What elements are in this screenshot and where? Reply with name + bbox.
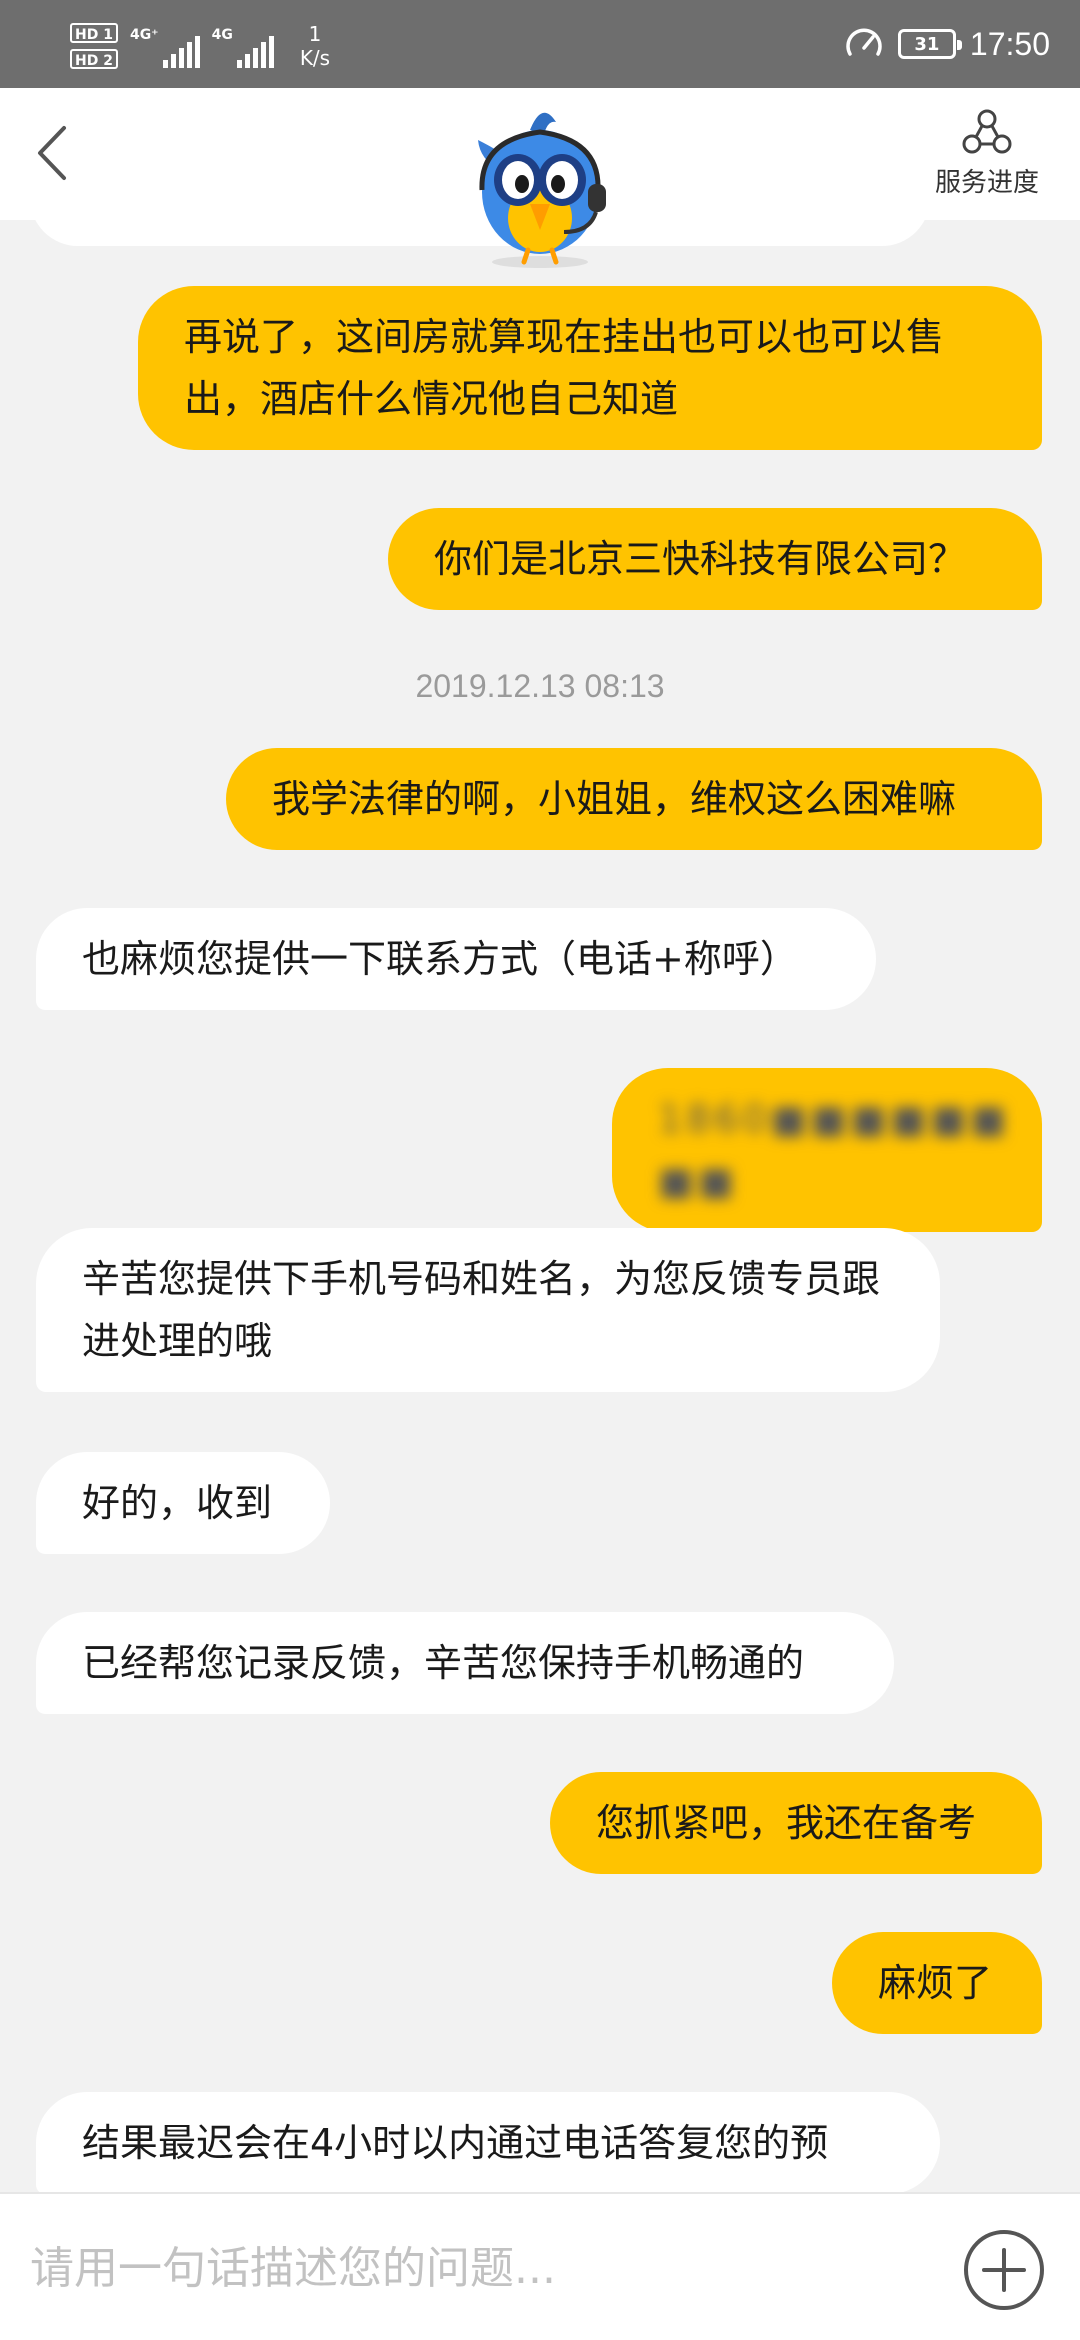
redacted-phone-text: 1860■■■■■■ ■■: [658, 1097, 1011, 1203]
agent-message-bubble[interactable]: 结果最迟会在4小时以内通过电话答复您的预: [36, 2092, 940, 2192]
bird-mascot-icon: [478, 112, 606, 268]
speedometer-icon: [846, 28, 882, 56]
battery-icon: 31: [897, 29, 962, 59]
my-message-bubble-redacted[interactable]: 1860■■■■■■ ■■: [612, 1068, 1042, 1232]
my-message-bubble[interactable]: 再说了，这间房就算现在挂出也可以也可以售出，酒店什么情况他自己知道: [138, 286, 1042, 450]
agent-message-bubble[interactable]: 好的，收到: [36, 1452, 330, 1554]
message-text: 我学法律的啊，小姐姐，维权这么困难嘛: [272, 777, 957, 821]
message-text: 辛苦您提供下手机号码和姓名，为您反馈专员跟进处理的哦: [82, 1257, 881, 1363]
message-text: 麻烦了: [878, 1961, 993, 2005]
chat-screen: HD 1 HD 2 4G⁺ 4G 1 K/s 31 17:50 服务进度 再说了…: [0, 0, 1080, 2340]
chevron-left-icon: [38, 126, 66, 180]
message-text: 再说了，这间房就算现在挂出也可以也可以售出，酒店什么情况他自己知道: [184, 315, 945, 421]
my-message-bubble[interactable]: 您抓紧吧，我还在备考: [550, 1772, 1042, 1874]
service-progress-label: 服务进度: [934, 168, 1039, 198]
message-text: 结果最迟会在4小时以内通过电话答复您的预: [82, 2121, 829, 2165]
agent-message-bubble[interactable]: 辛苦您提供下手机号码和姓名，为您反馈专员跟进处理的哦: [36, 1228, 940, 1392]
status-time: 17:50: [969, 25, 1050, 62]
agent-message-bubble[interactable]: 也麻烦您提供一下联系方式（电话+称呼）: [36, 908, 876, 1010]
back-button[interactable]: [30, 118, 80, 188]
my-message-bubble[interactable]: 你们是北京三快科技有限公司？: [388, 508, 1042, 610]
status-bar: HD 1 HD 2 4G⁺ 4G 1 K/s 31 17:50: [0, 0, 1080, 88]
network-speed-value: 1: [308, 22, 322, 46]
message-text: 已经帮您记录反馈，辛苦您保持手机畅通的: [82, 1641, 805, 1685]
sim2-network-label: 4G: [211, 27, 233, 43]
message-text: 好的，收到: [82, 1481, 273, 1525]
status-left: HD 1 HD 2 4G⁺ 4G 1 K/s: [70, 14, 330, 78]
hd-indicators: HD 1 HD 2: [70, 23, 118, 69]
network-speed-unit: K/s: [299, 46, 331, 70]
message-input[interactable]: [30, 2222, 930, 2314]
input-bar: [0, 2192, 1080, 2340]
battery-level: 31: [914, 33, 940, 55]
message-text: 您抓紧吧，我还在备考: [596, 1801, 977, 1845]
add-button[interactable]: [962, 2228, 1046, 2312]
sim2-signal-icon: 4G: [212, 24, 274, 68]
message-timestamp: 2019.12.13 08:13: [415, 668, 665, 704]
hd1-badge: HD 1: [70, 23, 118, 43]
three-circle-network-icon: [962, 109, 1012, 154]
message-text: 也麻烦您提供一下联系方式（电话+称呼）: [82, 937, 798, 981]
sim1-signal-icon: 4G⁺: [130, 24, 200, 68]
my-message-bubble[interactable]: 麻烦了: [832, 1932, 1042, 2034]
sim1-network-label: 4G⁺: [129, 27, 159, 43]
hd2-badge: HD 2: [70, 49, 118, 69]
service-progress-button[interactable]: 服务进度: [912, 108, 1062, 208]
my-message-bubble[interactable]: 我学法律的啊，小姐姐，维权这么困难嘛: [226, 748, 1042, 850]
message-text: 你们是北京三快科技有限公司？: [434, 537, 967, 581]
network-speed: 1 K/s: [300, 22, 330, 70]
mascot-avatar: [460, 100, 620, 270]
agent-message-bubble[interactable]: 已经帮您记录反馈，辛苦您保持手机畅通的: [36, 1612, 894, 1714]
plus-circle-icon: [964, 2230, 1044, 2310]
message-list[interactable]: 再说了，这间房就算现在挂出也可以也可以售出，酒店什么情况他自己知道 你们是北京三…: [0, 220, 1080, 2192]
status-right: 31 17:50: [844, 0, 1050, 88]
